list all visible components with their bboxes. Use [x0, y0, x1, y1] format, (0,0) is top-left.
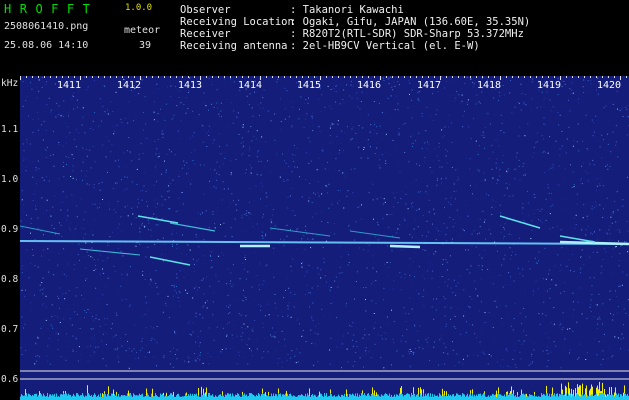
- x-tick-1417: 1417: [417, 80, 442, 91]
- observer-value: : Takanori Kawachi: [290, 4, 404, 16]
- x-tick-1415: 1415: [297, 80, 322, 91]
- carrier-bright-2: [389, 244, 421, 249]
- app-logo: HROFFT: [4, 2, 99, 16]
- x-tick-1414: 1414: [238, 80, 263, 91]
- x-tick-1416: 1416: [357, 80, 382, 91]
- x-tick-1418: 1418: [477, 80, 502, 91]
- receiver-value: : R820T2(RTL-SDR) SDR-Sharp 53.372MHz: [290, 28, 524, 40]
- location-value: : Ogaki, Gifu, JAPAN (136.60E, 35.35N): [290, 16, 531, 28]
- file-name: 2508061410.png: [4, 21, 89, 32]
- y-tick-0-8: 0.8: [1, 274, 19, 285]
- x-tick-1413: 1413: [178, 80, 203, 91]
- meteor-count: 39: [139, 40, 152, 51]
- date-time: 25.08.06 14:10: [4, 40, 89, 51]
- antenna-label: Receiving antenna: [180, 40, 288, 52]
- observer-label: Observer: [180, 4, 231, 16]
- x-tick-1412: 1412: [117, 80, 142, 91]
- x-tick-1420: 1420: [597, 80, 622, 91]
- y-axis-unit: kHz: [1, 78, 19, 89]
- spectrogram: [20, 76, 629, 400]
- header-panel: HROFFT 1.0.0 2508061410.png meteor 25.08…: [0, 0, 629, 76]
- y-tick-0-6: 0.6: [1, 374, 19, 385]
- receiver-label: Receiver: [180, 28, 231, 40]
- y-tick-0-7: 0.7: [1, 324, 19, 335]
- location-label: Receiving Location: [180, 16, 294, 28]
- y-tick-0-9: 0.9: [1, 224, 19, 235]
- antenna-value: : 2el-HB9CV Vertical (el. E-W): [290, 40, 480, 52]
- y-tick-1-0: 1.0: [1, 174, 19, 185]
- y-tick-1-1: 1.1: [1, 124, 19, 135]
- meteor-label: meteor: [124, 25, 161, 36]
- x-tick-1419: 1419: [537, 80, 562, 91]
- app-version: 1.0.0: [125, 3, 153, 13]
- x-tick-1411: 1411: [57, 80, 82, 91]
